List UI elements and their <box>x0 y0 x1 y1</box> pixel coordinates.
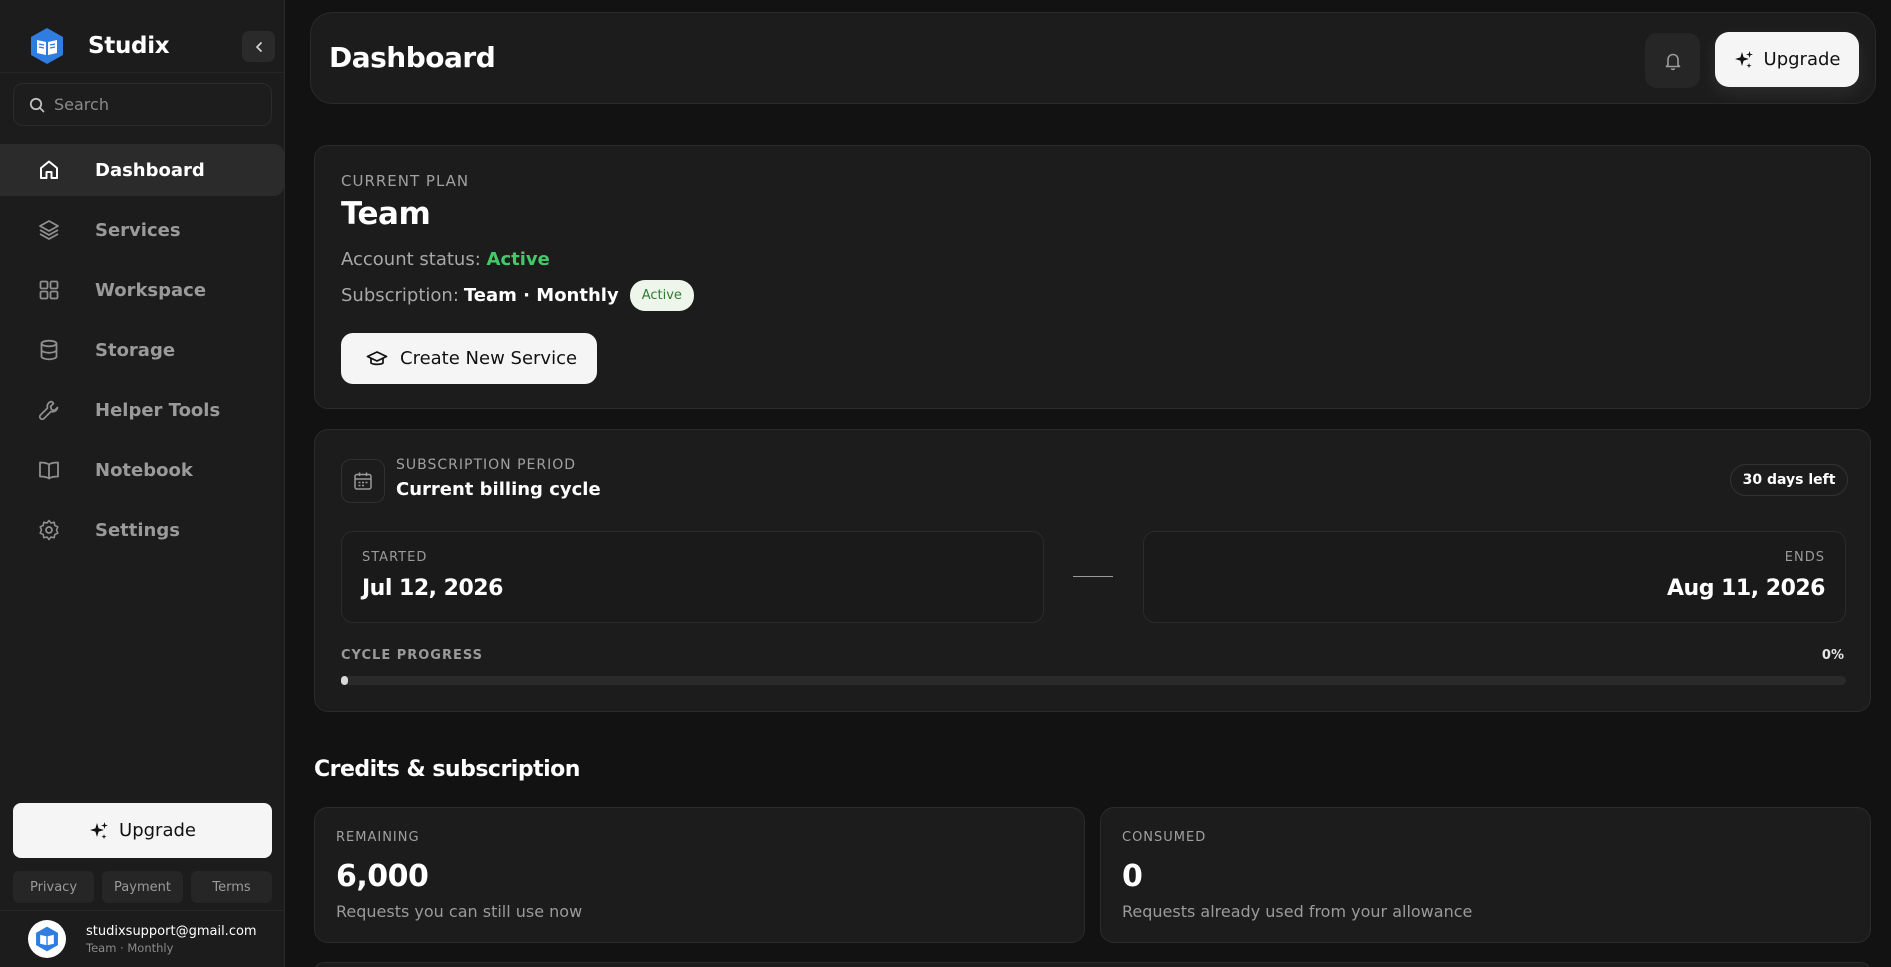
sparkles-icon <box>90 821 109 839</box>
payment-link[interactable]: Payment <box>102 871 183 903</box>
terms-link[interactable]: Terms <box>191 871 272 903</box>
end-date-label: ENDS <box>1784 550 1825 565</box>
sidebar-item-label: Services <box>95 219 181 241</box>
start-date-label: STARTED <box>362 550 428 565</box>
header: Dashboard Upgrade <box>310 12 1876 104</box>
bell-icon <box>1665 53 1680 70</box>
sidebar-item-dashboard[interactable]: Dashboard <box>0 144 284 196</box>
avatar <box>28 920 66 958</box>
app-name: Studix <box>88 33 170 59</box>
sparkles-icon <box>1734 50 1753 68</box>
next-card-edge <box>314 962 1871 967</box>
upgrade-label: Upgrade <box>1763 49 1841 70</box>
calendar-icon <box>341 459 385 503</box>
plan-name: Team <box>341 196 431 232</box>
user-email: studixsupport@gmail.com <box>86 923 257 939</box>
remaining-description: Requests you can still use now <box>336 902 583 921</box>
studix-logo-icon <box>36 926 58 952</box>
end-date-value: Aug 11, 2026 <box>1667 576 1825 601</box>
cycle-progress-fill <box>341 676 348 685</box>
search-placeholder: Search <box>54 95 109 114</box>
account-status-value: Active <box>486 249 550 270</box>
brand[interactable]: Studix <box>28 24 170 68</box>
subscription-label: Subscription: <box>341 285 459 306</box>
cycle-progress-bar <box>341 676 1846 685</box>
account-status-label: Account status: <box>341 249 481 270</box>
sidebar-item-workspace[interactable]: Workspace <box>0 264 284 316</box>
sidebar-item-label: Storage <box>95 339 176 361</box>
sidebar-upgrade-button[interactable]: Upgrade <box>13 803 272 858</box>
end-date-box: ENDS Aug 11, 2026 <box>1143 531 1846 623</box>
account-status: Account status: Active <box>341 249 550 270</box>
create-new-service-label: Create New Service <box>400 348 578 369</box>
page-title: Dashboard <box>329 41 496 74</box>
privacy-link[interactable]: Privacy <box>13 871 94 903</box>
credits-section-title: Credits & subscription <box>314 757 580 782</box>
sidebar-item-services[interactable]: Services <box>0 204 284 256</box>
status-badge: Active <box>629 280 694 311</box>
sidebar-item-settings[interactable]: Settings <box>0 504 284 556</box>
subscription-period-eyebrow: SUBSCRIPTION PERIOD <box>396 457 577 473</box>
remaining-label: REMAINING <box>336 830 420 845</box>
date-separator <box>1073 576 1113 577</box>
days-left-badge: 30 days left <box>1730 464 1848 496</box>
home-icon <box>36 157 62 183</box>
graduation-cap-icon <box>366 350 388 365</box>
consumed-value: 0 <box>1122 859 1143 894</box>
footer-links: Privacy Payment Terms <box>13 871 272 903</box>
remaining-value: 6,000 <box>336 859 429 894</box>
search-input[interactable]: Search <box>13 83 272 126</box>
chevron-left-icon <box>255 41 262 52</box>
subscription-period-card: SUBSCRIPTION PERIOD Current billing cycl… <box>314 429 1871 712</box>
create-new-service-button[interactable]: Create New Service <box>341 333 597 384</box>
cycle-progress-value: 0% <box>1821 648 1844 663</box>
sidebar-item-label: Settings <box>95 519 180 541</box>
start-date-value: Jul 12, 2026 <box>362 576 503 601</box>
consumed-credits-card: CONSUMED 0 Requests already used from yo… <box>1100 807 1871 943</box>
billing-cycle-title: Current billing cycle <box>396 479 601 500</box>
consumed-description: Requests already used from your allowanc… <box>1122 902 1473 921</box>
sidebar-item-helper-tools[interactable]: Helper Tools <box>0 384 284 436</box>
database-icon <box>36 337 62 363</box>
sidebar-item-label: Notebook <box>95 459 193 481</box>
subscription-line: Subscription: Team · Monthly Active <box>341 280 694 311</box>
header-upgrade-button[interactable]: Upgrade <box>1715 32 1859 87</box>
current-plan-card: CURRENT PLAN Team Account status: Active… <box>314 145 1871 409</box>
sidebar-item-label: Workspace <box>95 279 207 301</box>
consumed-label: CONSUMED <box>1122 830 1207 845</box>
collapse-sidebar-button[interactable] <box>242 31 275 62</box>
sidebar-nav: Dashboard Services Workspace Storage Hel… <box>0 144 285 564</box>
layers-icon <box>36 217 62 243</box>
book-icon <box>36 457 62 483</box>
sidebar-item-label: Helper Tools <box>95 399 221 421</box>
notifications-button[interactable] <box>1645 33 1700 88</box>
grid-icon <box>36 277 62 303</box>
user-profile[interactable]: studixsupport@gmail.com Team · Monthly <box>28 920 257 958</box>
sidebar-item-notebook[interactable]: Notebook <box>0 444 284 496</box>
sidebar-item-storage[interactable]: Storage <box>0 324 284 376</box>
cycle-progress-label: CYCLE PROGRESS <box>341 648 484 663</box>
divider <box>0 72 285 73</box>
divider <box>0 910 285 911</box>
subscription-value: Team · Monthly <box>463 285 619 306</box>
user-plan: Team · Monthly <box>86 940 174 955</box>
sidebar-item-label: Dashboard <box>95 159 205 181</box>
current-plan-eyebrow: CURRENT PLAN <box>341 172 470 190</box>
search-icon <box>29 97 45 112</box>
start-date-box: STARTED Jul 12, 2026 <box>341 531 1044 623</box>
sidebar: Studix Search Dashboard Services Workspa… <box>0 0 285 967</box>
studix-logo-icon <box>31 28 63 64</box>
remaining-credits-card: REMAINING 6,000 Requests you can still u… <box>314 807 1085 943</box>
gear-icon <box>36 517 62 543</box>
wrench-icon <box>36 397 62 423</box>
upgrade-label: Upgrade <box>119 820 196 841</box>
